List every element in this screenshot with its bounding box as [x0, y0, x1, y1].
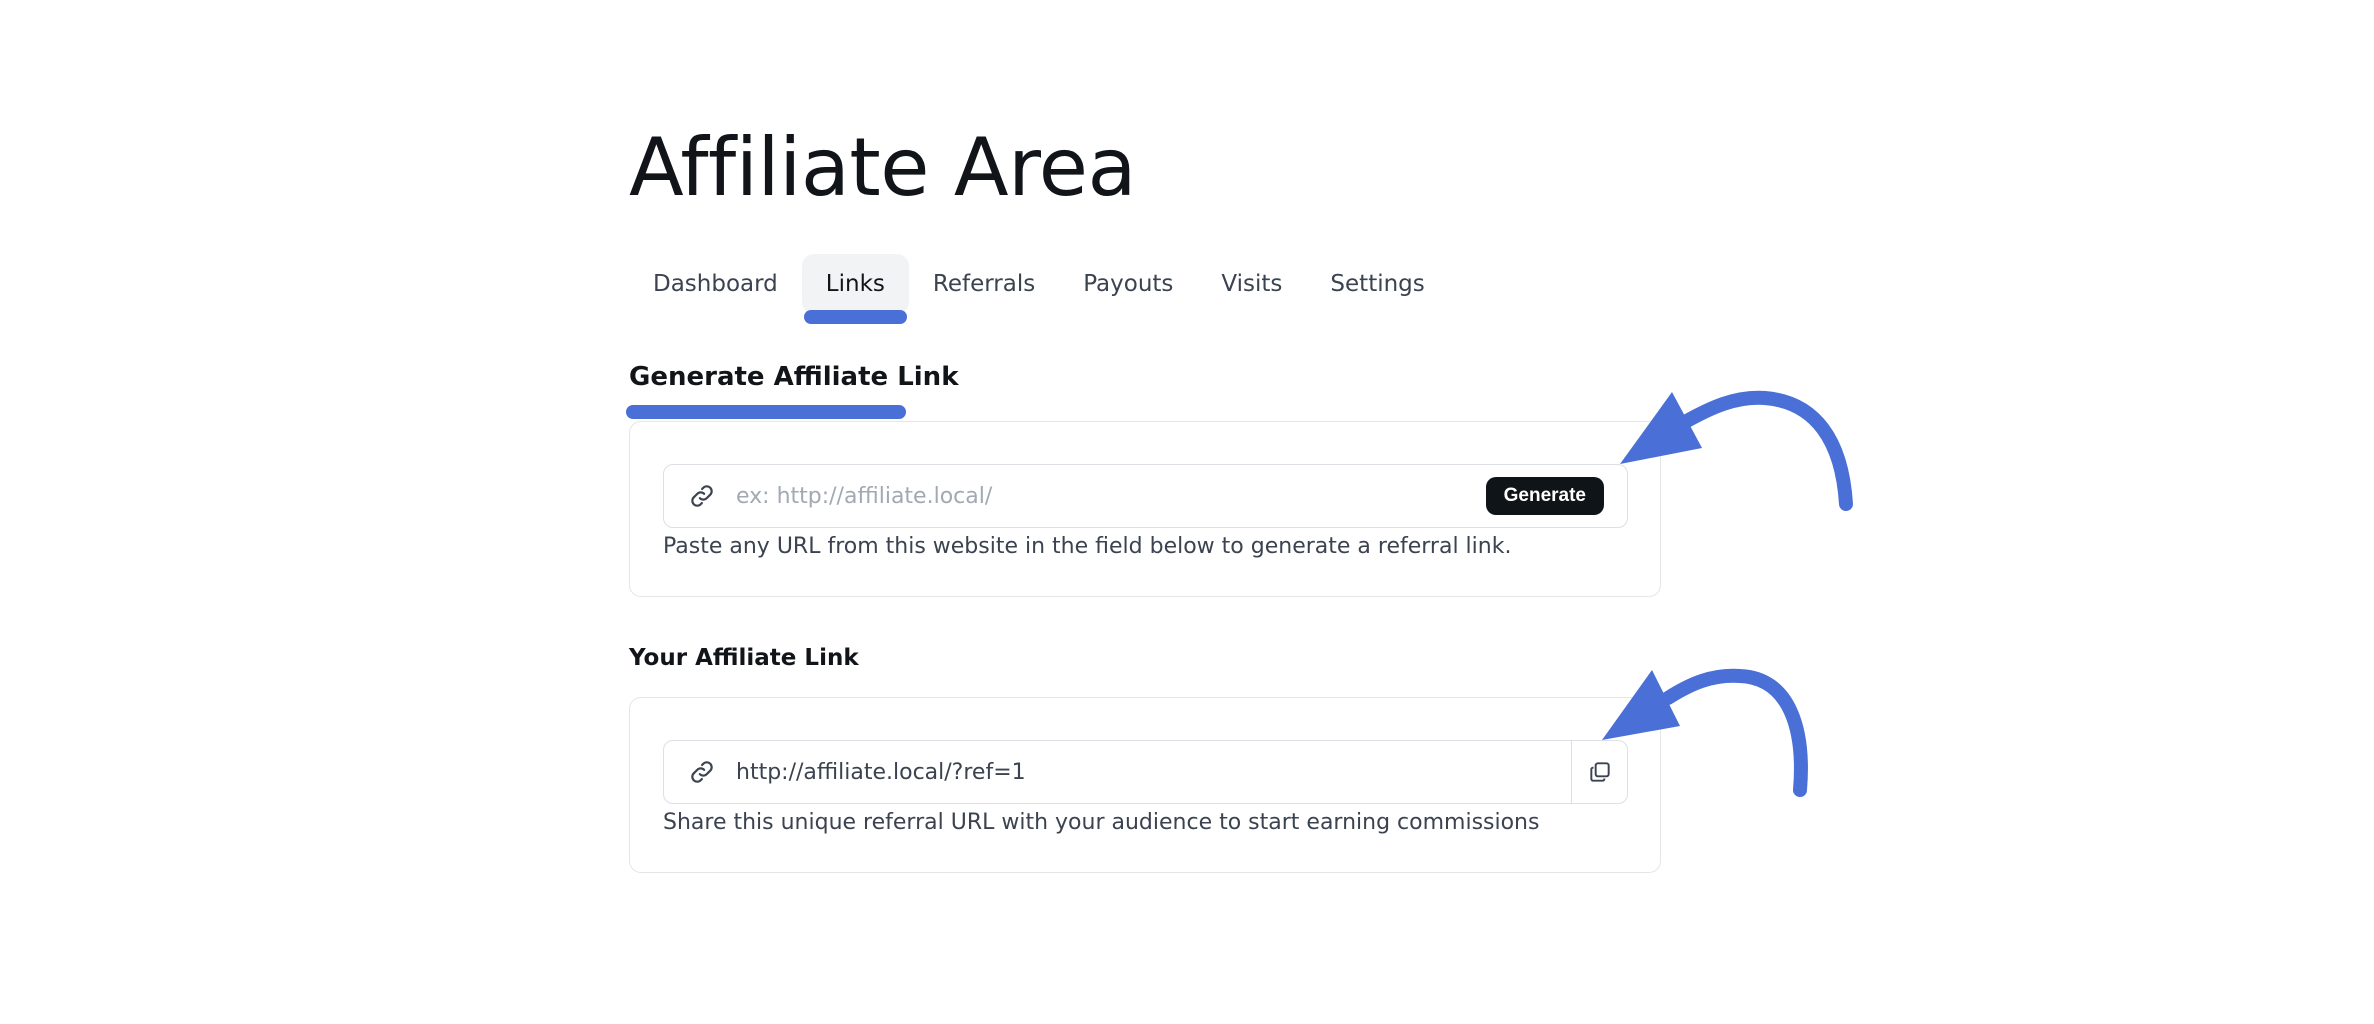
link-icon	[688, 482, 716, 510]
url-input[interactable]	[736, 465, 1486, 527]
your-link-card: Share this unique referral URL with your…	[629, 697, 1661, 873]
generate-link-card: Generate Paste any URL from this website…	[629, 421, 1661, 597]
tab-bar: Dashboard Links Referrals Payouts Visits…	[629, 254, 1449, 324]
tab-visits[interactable]: Visits	[1197, 254, 1306, 314]
tab-dashboard[interactable]: Dashboard	[629, 254, 802, 314]
curved-arrow-annotation	[1602, 668, 1808, 797]
link-icon	[688, 758, 716, 786]
tab-settings[interactable]: Settings	[1306, 254, 1448, 314]
affiliate-link-field	[663, 740, 1628, 804]
affiliate-link-input[interactable]	[736, 741, 1571, 803]
your-link-helper-text: Share this unique referral URL with your…	[663, 810, 1540, 835]
heading-highlight	[626, 405, 906, 419]
generate-helper-text: Paste any URL from this website in the f…	[663, 534, 1512, 559]
generate-link-heading: Generate Affiliate Link	[629, 362, 959, 392]
tab-referrals[interactable]: Referrals	[909, 254, 1059, 314]
page-title: Affiliate Area	[629, 121, 1137, 214]
active-tab-highlight	[803, 310, 907, 324]
tab-label: Links	[825, 271, 885, 297]
tab-label: Payouts	[1083, 271, 1174, 297]
tab-label: Dashboard	[653, 271, 778, 297]
your-link-heading: Your Affiliate Link	[629, 645, 859, 671]
tab-label: Referrals	[932, 271, 1036, 297]
tab-label: Visits	[1221, 271, 1283, 297]
generate-button[interactable]: Generate	[1485, 477, 1604, 515]
url-field: Generate	[663, 464, 1628, 528]
tab-links[interactable]: Links	[801, 254, 909, 324]
tab-label: Settings	[1330, 271, 1425, 297]
curved-arrow-annotation	[1620, 390, 1853, 511]
tab-payouts[interactable]: Payouts	[1059, 254, 1197, 314]
